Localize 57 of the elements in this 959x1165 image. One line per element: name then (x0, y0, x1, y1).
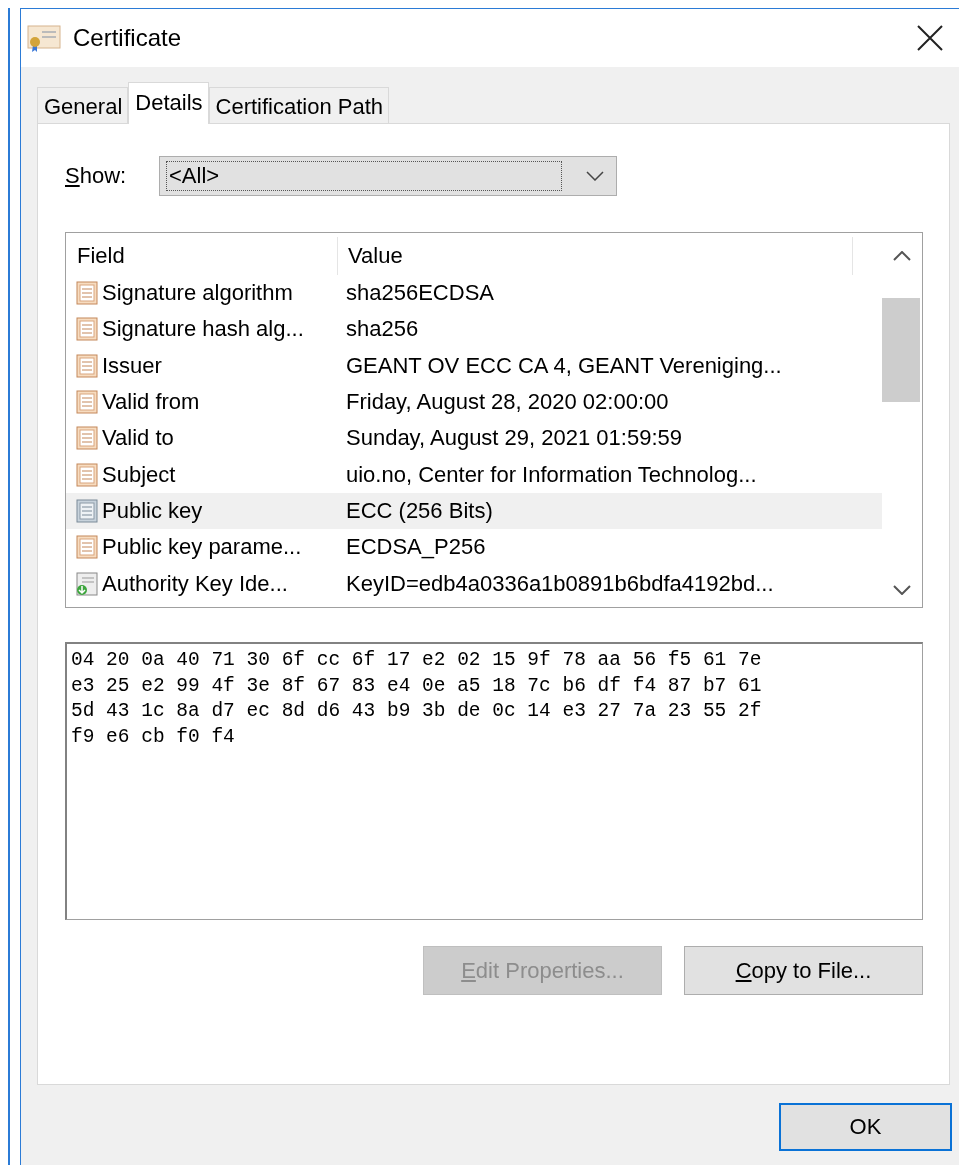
tab[interactable]: General (37, 87, 129, 123)
list-row[interactable]: Public key ECC (256 Bits) (66, 492, 882, 530)
field-value: Sunday, August 29, 2021 01:59:59 (345, 425, 683, 452)
scroll-up-icon[interactable] (893, 251, 911, 261)
certificate-icon (27, 23, 61, 53)
chevron-down-icon (586, 171, 604, 181)
hex-line: f9 e6 cb f0 f4 (71, 724, 236, 750)
field-value: sha256 (345, 316, 420, 343)
show-label: Show: (65, 163, 128, 189)
field-name: Authority Key Ide... (102, 570, 288, 597)
list-row[interactable]: Subject uio.no, Center for Information Technolog... (66, 456, 882, 493)
field-name: Valid to (102, 425, 174, 452)
document-icon (76, 281, 98, 306)
field-name: Public key (102, 497, 203, 524)
list-row[interactable]: Valid from Friday, August 28, 2020 02:00:00 (66, 383, 882, 421)
list-row[interactable]: Valid to Sunday, August 29, 2021 01:59:59 (66, 420, 882, 457)
field-name: Signature hash alg... (102, 316, 304, 343)
document-icon (76, 390, 98, 415)
document-icon (76, 353, 98, 378)
field-value: Friday, August 28, 2020 02:00:00 (345, 389, 670, 416)
document-icon (76, 498, 98, 523)
value-text-box[interactable]: 04 20 0a 40 71 30 6f cc 6f 17 e2 02 15 9f 78 aa 56 f5 61 7e e3 25 e2 99 4f 3e 8f 67 83 e4 0e a5 18 7c b6 df f4 87 b7 61 5d 43 1c 8a d7 ec 8d d6 43 b9 3b de 0c 14 e3 27 7a 23 55 2f f9 e6 cb f0 f4 (65, 642, 923, 920)
field-value: ECDSA_P256 (345, 534, 487, 561)
document-icon (76, 462, 98, 487)
window-title: Certificate (73, 24, 183, 52)
ok-button[interactable]: OK (779, 1103, 952, 1151)
tab[interactable]: Certification Path (208, 87, 390, 123)
field-value: sha256ECDSA (345, 280, 495, 307)
dialog-button[interactable]: Copy to File... (684, 946, 923, 995)
document-icon (76, 317, 98, 342)
show-dropdown[interactable]: <All> (159, 156, 617, 196)
field-name: Signature algorithm (102, 280, 293, 307)
field-value: ECC (256 Bits) (345, 497, 494, 524)
document-icon (76, 535, 98, 560)
list-row[interactable]: Authority Key Ide... KeyID=edb4a0336a1b0891b6bdfa4192bd... (66, 565, 882, 602)
tab[interactable]: Details (128, 82, 209, 124)
list-row[interactable]: Issuer GEANT OV ECC CA 4, GEANT Vereniging... (66, 347, 882, 384)
scroll-thumb[interactable] (882, 298, 920, 402)
field-value: GEANT OV ECC CA 4, GEANT Vereniging... (345, 352, 783, 379)
hex-line: 04 20 0a 40 71 30 6f cc 6f 17 e2 02 15 9f 78 aa 56 f5 61 7e (71, 648, 763, 673)
scroll-down-icon[interactable] (893, 585, 911, 595)
field-value: KeyID=edb4a0336a1b0891b6bdfa4192bd... (345, 570, 775, 597)
list-row[interactable]: Signature hash alg... sha256 (66, 311, 882, 348)
field-name: Subject (102, 461, 176, 488)
column-header[interactable]: Value (338, 237, 853, 275)
list-row[interactable]: Public key parame... ECDSA_P256 (66, 529, 882, 566)
field-value: uio.no, Center for Information Technolog... (345, 461, 758, 488)
document-download-icon (76, 571, 98, 596)
field-name: Public key parame... (102, 534, 302, 561)
close-icon[interactable] (917, 25, 943, 51)
list-row[interactable]: Signature algorithm sha256ECDSA (66, 275, 882, 312)
field-name: Valid from (102, 389, 200, 416)
hex-line: e3 25 e2 99 4f 3e 8f 67 83 e4 0e a5 18 7c b6 df f4 87 b7 61 (71, 673, 763, 699)
field-name: Issuer (102, 352, 162, 379)
column-header[interactable]: Field (66, 237, 338, 275)
hex-line: 5d 43 1c 8a d7 ec 8d d6 43 b9 3b de 0c 14 e3 27 7a 23 55 2f (71, 699, 763, 724)
document-icon (76, 426, 98, 451)
